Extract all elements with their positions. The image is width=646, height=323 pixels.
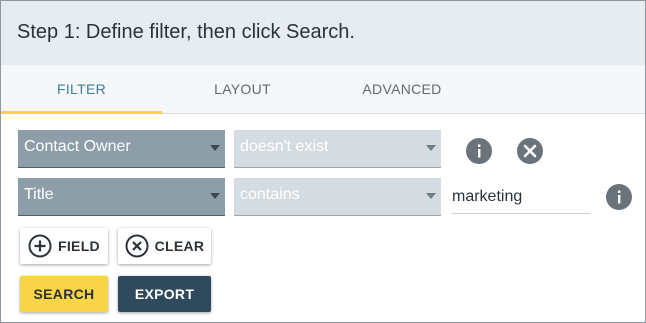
close-circle-icon[interactable] bbox=[517, 138, 543, 164]
search-button[interactable]: SEARCH bbox=[20, 276, 108, 312]
tab-bar: FILTER LAYOUT ADVANCED bbox=[1, 65, 645, 114]
clear-label: CLEAR bbox=[154, 238, 205, 254]
field-select-value: Contact Owner bbox=[24, 138, 131, 155]
tab-advanced[interactable]: ADVANCED bbox=[323, 65, 481, 113]
operator-select-row-1[interactable]: doesn't exist bbox=[234, 130, 441, 168]
x-circle-icon bbox=[125, 234, 149, 258]
tab-filter[interactable]: FILTER bbox=[1, 65, 162, 114]
chevron-down-icon bbox=[426, 145, 436, 151]
info-icon[interactable] bbox=[466, 138, 492, 164]
export-button[interactable]: EXPORT bbox=[118, 276, 211, 312]
step-header: Step 1: Define filter, then click Search… bbox=[1, 1, 645, 65]
operator-select-value: contains bbox=[240, 186, 300, 203]
step-title: Step 1: Define filter, then click Search… bbox=[17, 21, 355, 43]
field-select-row-1[interactable]: Contact Owner bbox=[18, 130, 225, 168]
value-input-row-2[interactable] bbox=[452, 185, 590, 214]
plus-circle-icon bbox=[28, 234, 52, 258]
filter-panel: Step 1: Define filter, then click Search… bbox=[0, 0, 646, 323]
info-icon[interactable] bbox=[606, 184, 632, 210]
chevron-down-icon bbox=[210, 193, 220, 199]
add-field-label: FIELD bbox=[58, 238, 100, 254]
tab-layout[interactable]: LAYOUT bbox=[162, 65, 323, 113]
field-select-row-2[interactable]: Title bbox=[18, 178, 225, 216]
operator-select-row-2[interactable]: contains bbox=[234, 178, 441, 216]
chevron-down-icon bbox=[426, 193, 436, 199]
field-select-value: Title bbox=[24, 186, 54, 203]
operator-select-value: doesn't exist bbox=[240, 138, 329, 155]
add-field-button[interactable]: FIELD bbox=[20, 228, 108, 264]
chevron-down-icon bbox=[210, 145, 220, 151]
clear-button[interactable]: CLEAR bbox=[118, 228, 211, 264]
